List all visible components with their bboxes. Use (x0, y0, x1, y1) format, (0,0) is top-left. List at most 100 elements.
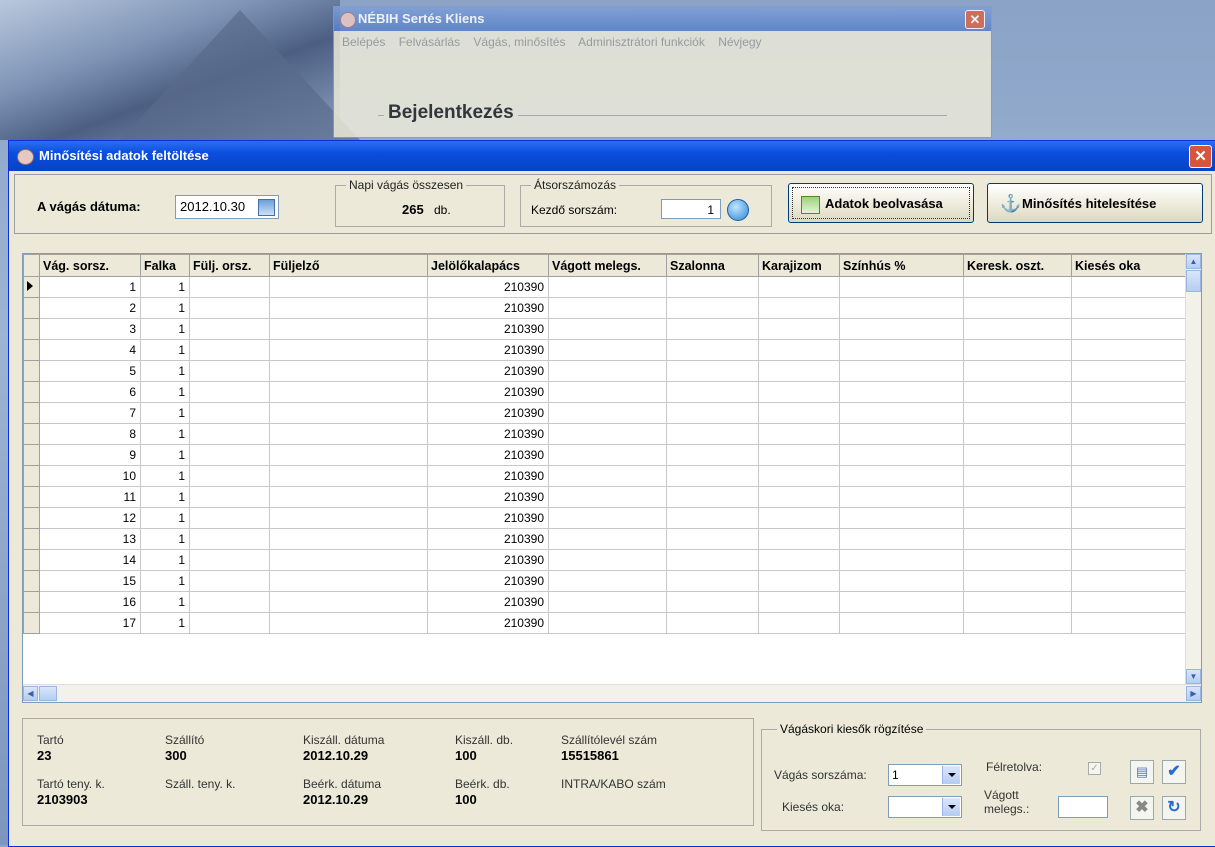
row-header[interactable] (23, 612, 40, 634)
cell-kieses-oka[interactable] (1071, 444, 1187, 466)
row-header[interactable] (23, 360, 40, 382)
cell-kieses-oka[interactable] (1071, 570, 1187, 592)
checkmark-icon[interactable]: ✔ (1162, 760, 1186, 784)
col-falka[interactable]: Falka (140, 254, 190, 277)
col-vag-sorsz[interactable]: Vág. sorsz. (39, 254, 141, 277)
cell-fulj-orsz[interactable] (189, 591, 270, 613)
cell-vag-sorsz[interactable]: 8 (39, 423, 141, 445)
cell-vagott-melegs[interactable] (548, 507, 667, 529)
cell-karajizom[interactable] (758, 444, 840, 466)
cell-fulj-orsz[interactable] (189, 486, 270, 508)
cell-falka[interactable]: 1 (140, 612, 190, 634)
cell-szinhus[interactable] (839, 381, 964, 403)
cell-jelolokalapacs[interactable]: 210390 (427, 297, 549, 319)
cell-falka[interactable]: 1 (140, 465, 190, 487)
cell-szinhus[interactable] (839, 276, 964, 298)
cell-fuljelzo[interactable] (269, 570, 428, 592)
cell-jelolokalapacs[interactable]: 210390 (427, 423, 549, 445)
cell-szalonna[interactable] (666, 381, 759, 403)
cell-szinhus[interactable] (839, 528, 964, 550)
cell-fuljelzo[interactable] (269, 486, 428, 508)
cell-keresk-oszt[interactable] (963, 549, 1072, 571)
cell-szinhus[interactable] (839, 423, 964, 445)
cell-szalonna[interactable] (666, 591, 759, 613)
cell-fuljelzo[interactable] (269, 528, 428, 550)
cell-falka[interactable]: 1 (140, 591, 190, 613)
table-row[interactable]: 16 1 210390 (23, 591, 1187, 613)
cell-vag-sorsz[interactable]: 7 (39, 402, 141, 424)
cell-szalonna[interactable] (666, 339, 759, 361)
cell-szalonna[interactable] (666, 360, 759, 382)
cell-falka[interactable]: 1 (140, 381, 190, 403)
table-row[interactable]: 6 1 210390 (23, 381, 1187, 403)
cell-vagott-melegs[interactable] (548, 381, 667, 403)
cell-falka[interactable]: 1 (140, 570, 190, 592)
cell-szinhus[interactable] (839, 402, 964, 424)
cell-falka[interactable]: 1 (140, 402, 190, 424)
weight-input[interactable] (1058, 796, 1108, 818)
cell-vagott-melegs[interactable] (548, 549, 667, 571)
cell-fulj-orsz[interactable] (189, 444, 270, 466)
bg-close-button[interactable]: ✕ (965, 10, 985, 29)
cell-fulj-orsz[interactable] (189, 297, 270, 319)
cell-keresk-oszt[interactable] (963, 486, 1072, 508)
cell-vag-sorsz[interactable]: 11 (39, 486, 141, 508)
cell-fuljelzo[interactable] (269, 591, 428, 613)
cell-keresk-oszt[interactable] (963, 402, 1072, 424)
horizontal-scrollbar[interactable]: ◀ ▶ (23, 684, 1201, 702)
cell-kieses-oka[interactable] (1071, 549, 1187, 571)
cell-falka[interactable]: 1 (140, 360, 190, 382)
cell-keresk-oszt[interactable] (963, 570, 1072, 592)
row-header[interactable] (23, 402, 40, 424)
cell-fulj-orsz[interactable] (189, 381, 270, 403)
cell-fulj-orsz[interactable] (189, 612, 270, 634)
document-icon[interactable]: ▤ (1130, 760, 1154, 784)
cell-vagott-melegs[interactable] (548, 360, 667, 382)
cell-karajizom[interactable] (758, 318, 840, 340)
cell-kieses-oka[interactable] (1071, 507, 1187, 529)
cell-jelolokalapacs[interactable]: 210390 (427, 444, 549, 466)
cell-fulj-orsz[interactable] (189, 528, 270, 550)
cell-fuljelzo[interactable] (269, 381, 428, 403)
cell-fulj-orsz[interactable] (189, 339, 270, 361)
cell-szalonna[interactable] (666, 297, 759, 319)
cell-jelolokalapacs[interactable]: 210390 (427, 591, 549, 613)
cell-vagott-melegs[interactable] (548, 570, 667, 592)
aside-checkbox[interactable]: ✓ (1088, 762, 1101, 775)
table-row[interactable]: 12 1 210390 (23, 507, 1187, 529)
menu-felvasarlas[interactable]: Felvásárlás (399, 35, 460, 49)
cell-vag-sorsz[interactable]: 2 (39, 297, 141, 319)
cell-fuljelzo[interactable] (269, 339, 428, 361)
cell-vag-sorsz[interactable]: 14 (39, 549, 141, 571)
cell-kieses-oka[interactable] (1071, 318, 1187, 340)
cell-keresk-oszt[interactable] (963, 276, 1072, 298)
col-vagott-melegs[interactable]: Vágott melegs. (548, 254, 667, 277)
cell-kieses-oka[interactable] (1071, 486, 1187, 508)
current-row-indicator-icon[interactable] (23, 276, 40, 298)
cell-keresk-oszt[interactable] (963, 423, 1072, 445)
row-header[interactable] (23, 591, 40, 613)
cell-kieses-oka[interactable] (1071, 528, 1187, 550)
cell-vag-sorsz[interactable]: 6 (39, 381, 141, 403)
table-row[interactable]: 15 1 210390 (23, 570, 1187, 592)
table-row[interactable]: 10 1 210390 (23, 465, 1187, 487)
cell-szalonna[interactable] (666, 486, 759, 508)
read-data-button[interactable]: Adatok beolvasása (788, 183, 974, 223)
cell-vagott-melegs[interactable] (548, 276, 667, 298)
window-titlebar[interactable]: Minősítési adatok feltöltése ✕ (9, 141, 1215, 171)
cell-jelolokalapacs[interactable]: 210390 (427, 528, 549, 550)
cell-keresk-oszt[interactable] (963, 360, 1072, 382)
cell-szinhus[interactable] (839, 339, 964, 361)
chevron-down-icon[interactable] (942, 766, 960, 784)
table-row[interactable]: 9 1 210390 (23, 444, 1187, 466)
cell-szalonna[interactable] (666, 549, 759, 571)
cell-jelolokalapacs[interactable]: 210390 (427, 276, 549, 298)
cell-vagott-melegs[interactable] (548, 465, 667, 487)
cell-szinhus[interactable] (839, 360, 964, 382)
refresh-icon[interactable]: ↻ (1162, 796, 1186, 820)
table-row[interactable]: 8 1 210390 (23, 423, 1187, 445)
cell-keresk-oszt[interactable] (963, 339, 1072, 361)
cell-karajizom[interactable] (758, 612, 840, 634)
row-header[interactable] (23, 339, 40, 361)
cell-vag-sorsz[interactable]: 3 (39, 318, 141, 340)
